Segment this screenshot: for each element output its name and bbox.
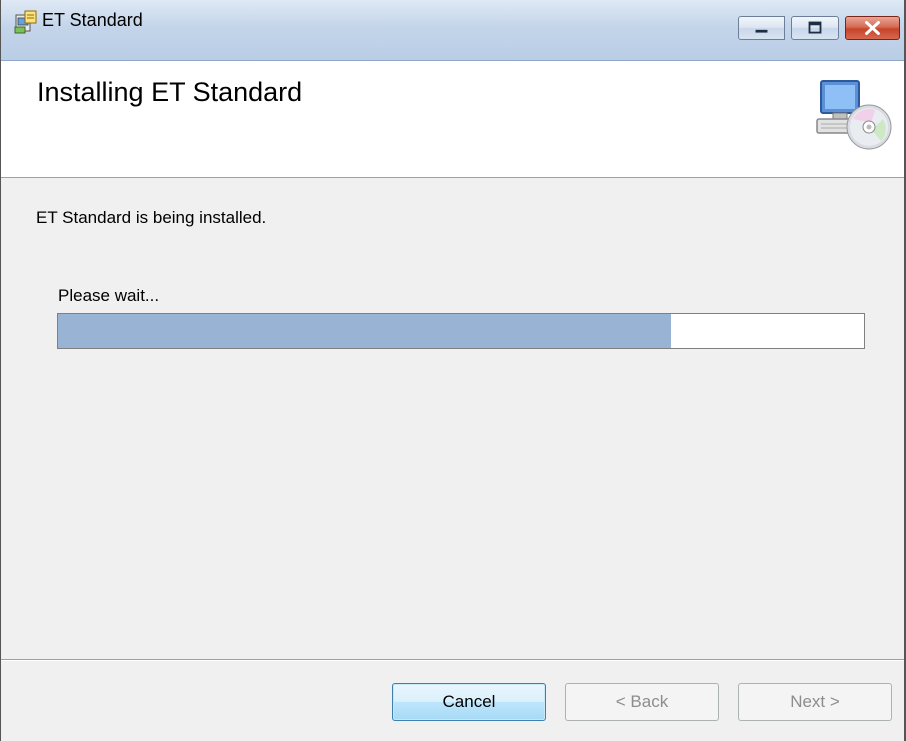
cancel-button[interactable]: Cancel — [392, 683, 546, 721]
page-title: Installing ET Standard — [37, 77, 303, 107]
progress-fill — [58, 314, 671, 348]
header-banner: Installing ET Standard — [1, 61, 904, 178]
close-button[interactable] — [845, 16, 900, 40]
window-title: ET Standard — [42, 10, 143, 30]
installer-app-icon — [14, 10, 37, 34]
maximize-button[interactable] — [791, 16, 839, 40]
please-wait-label: Please wait... — [58, 286, 160, 305]
back-button[interactable]: < Back — [565, 683, 719, 721]
next-button[interactable]: Next > — [738, 683, 892, 721]
install-progress-bar — [57, 313, 865, 349]
title-bar[interactable]: ET Standard — [1, 0, 904, 61]
close-icon — [865, 21, 880, 35]
footer-divider — [1, 659, 904, 661]
status-text: ET Standard is being installed. — [36, 208, 267, 227]
installer-window: ET Standard Installing ET Standard ET St… — [0, 0, 906, 741]
minimize-icon — [755, 29, 768, 33]
computer-cd-icon — [816, 80, 892, 150]
minimize-button[interactable] — [738, 16, 785, 40]
maximize-icon — [808, 21, 822, 34]
